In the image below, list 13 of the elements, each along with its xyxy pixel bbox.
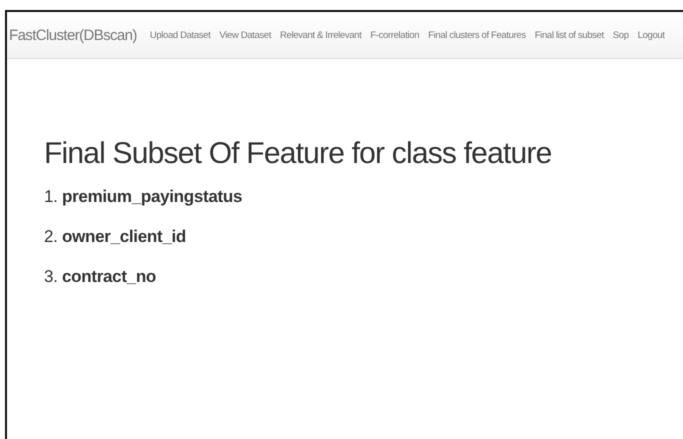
- feature-item: 3. contract_no: [44, 267, 158, 288]
- page-heading: Final Subset Of Feature for class feature: [44, 137, 552, 171]
- nav-link[interactable]: Logout: [638, 30, 665, 40]
- nav-link[interactable]: F-correlation: [370, 30, 420, 40]
- nav-link[interactable]: Sop: [612, 30, 629, 40]
- nav-link[interactable]: Final list of subset: [534, 30, 604, 40]
- nav-link[interactable]: Relevant & Irrelevant: [280, 30, 362, 40]
- nav-link[interactable]: Upload Dataset: [150, 30, 210, 40]
- feature-item: 1. premium_payingstatus: [44, 187, 244, 208]
- nav-link[interactable]: Final clusters of Features: [428, 30, 526, 40]
- feature-item: 2. owner_client_id: [44, 227, 187, 248]
- brand-link[interactable]: FastCluster(DBscan): [9, 26, 137, 44]
- nav-link[interactable]: View Dataset: [219, 30, 272, 40]
